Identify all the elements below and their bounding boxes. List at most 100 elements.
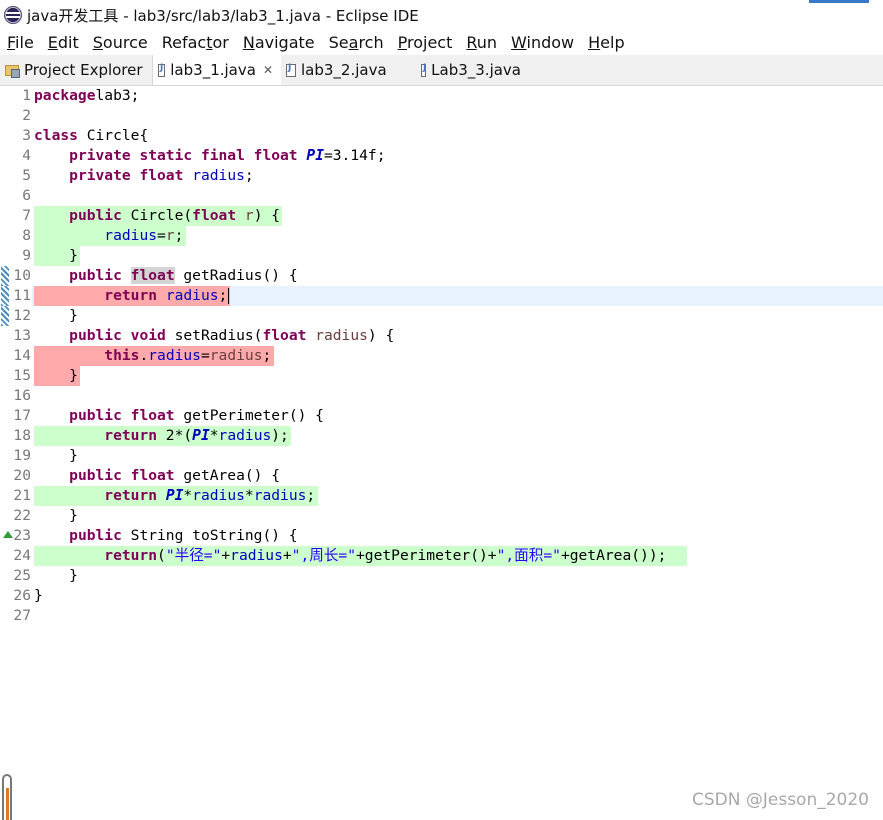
code-line[interactable]: 24 return("半径="+radius+",周长="+getPerimet…: [0, 546, 883, 566]
code-token: return: [104, 547, 158, 564]
code-line[interactable]: 25 }: [0, 566, 883, 586]
code-token: public: [69, 207, 122, 224]
menu-item[interactable]: Edit: [41, 33, 86, 52]
menu-item[interactable]: Window: [504, 33, 581, 52]
line-number: 12: [13, 307, 31, 324]
menu-item[interactable]: File: [0, 33, 41, 52]
code-text: public float getArea() {: [34, 466, 280, 486]
code-token: }: [34, 307, 78, 324]
code-line[interactable]: 2: [0, 106, 883, 126]
line-number: 7: [22, 207, 31, 224]
code-line[interactable]: 16: [0, 386, 883, 406]
menu-item[interactable]: Run: [459, 33, 504, 52]
code-token: r: [244, 207, 254, 224]
tab-lab3-3-java[interactable]: Lab3_3.java: [409, 55, 529, 85]
tab-lab3-1-java-label: lab3_1.java: [170, 61, 256, 79]
code-line[interactable]: 5 private float radius;: [0, 166, 883, 186]
code-line[interactable]: 7 public Circle(float r) {: [0, 206, 883, 226]
close-tab-icon[interactable]: ✕: [263, 63, 273, 77]
code-line[interactable]: 23 public String toString() {: [0, 526, 883, 546]
tab-lab3-3-java-label: Lab3_3.java: [431, 61, 521, 79]
menu-item[interactable]: Refactor: [155, 33, 236, 52]
code-token: radius: [230, 547, 283, 564]
code-token: ) {: [253, 207, 281, 224]
code-line[interactable]: 19 }: [0, 446, 883, 466]
menu-item[interactable]: Source: [86, 33, 155, 52]
code-line[interactable]: 17 public float getPerimeter() {: [0, 406, 883, 426]
code-token: ",周长=": [291, 547, 357, 564]
code-line[interactable]: 11 return radius;: [0, 286, 883, 306]
code-text: }: [34, 246, 78, 266]
tab-lab3-2-java[interactable]: lab3_2.java: [281, 55, 409, 85]
menu-item[interactable]: Project: [391, 33, 460, 52]
code-token: PI: [192, 427, 210, 444]
menu-item[interactable]: Search: [322, 33, 391, 52]
code-line[interactable]: 18 return 2*(PI*radius);: [0, 426, 883, 446]
code-token: +: [221, 547, 231, 564]
code-token: radius: [192, 167, 245, 184]
code-line[interactable]: 22 }: [0, 506, 883, 526]
code-line[interactable]: 3 class Circle{: [0, 126, 883, 146]
code-line[interactable]: 6: [0, 186, 883, 206]
code-line[interactable]: 20 public float getArea() {: [0, 466, 883, 486]
code-text: public float getPerimeter() {: [34, 406, 324, 426]
code-token: radius: [218, 427, 272, 444]
code-line[interactable]: 1 packagelab3;: [0, 86, 883, 106]
code-line[interactable]: 13 public void setRadius(float radius) {: [0, 326, 883, 346]
menu-item[interactable]: Help: [581, 33, 631, 52]
code-token: (: [157, 547, 166, 564]
line-number: 15: [13, 367, 31, 384]
code-token: class: [34, 127, 78, 144]
code-token: Circle{: [77, 127, 149, 144]
menu-item[interactable]: Navigate: [236, 33, 322, 52]
code-token: }: [34, 247, 78, 264]
code-line[interactable]: 10 public float getRadius() {: [0, 266, 883, 286]
code-token: ;: [262, 347, 272, 364]
tab-lab3-1-java[interactable]: lab3_1.java ✕: [153, 55, 281, 85]
code-token: =: [157, 227, 166, 244]
code-token: ;: [174, 227, 184, 244]
project-explorer-icon: [5, 64, 20, 78]
code-line[interactable]: 27: [0, 606, 883, 626]
line-number: 22: [13, 507, 31, 524]
line-number: 19: [13, 447, 31, 464]
code-token: public: [69, 527, 122, 544]
code-token: public void: [69, 327, 166, 344]
code-token: );: [271, 427, 289, 444]
code-line[interactable]: 12 }: [0, 306, 883, 326]
code-line[interactable]: 8 radius=r;: [0, 226, 883, 246]
code-token: ",面积=": [496, 547, 561, 564]
line-number: 23: [13, 527, 31, 544]
code-text: private static final float PI=3.14f;: [34, 146, 385, 166]
line-number: 10: [13, 267, 31, 284]
code-editor[interactable]: 1 packagelab3; 2 3 class Circle{4 private st…: [0, 86, 883, 820]
code-token: this: [104, 347, 140, 364]
code-line[interactable]: 26}: [0, 586, 883, 606]
code-line[interactable]: 4 private static final float PI=3.14f;: [0, 146, 883, 166]
code-text: radius=r;: [34, 226, 183, 246]
title-bar: java开发工具 - lab3/src/lab3/lab3_1.java - E…: [0, 0, 883, 30]
overview-ruler-thumb[interactable]: [2, 774, 12, 820]
code-line[interactable]: 21 return PI*radius*radius;: [0, 486, 883, 506]
code-token: }: [34, 567, 78, 584]
code-token: getArea() {: [174, 467, 281, 484]
code-token: radius: [165, 287, 219, 304]
code-token: private float: [69, 167, 184, 184]
code-line[interactable]: 15 }: [0, 366, 883, 386]
code-token: float: [130, 267, 175, 284]
code-token: ;: [218, 287, 228, 304]
code-token: *: [183, 487, 193, 504]
line-number: 26: [13, 587, 31, 604]
code-text: return radius;: [34, 286, 227, 306]
tab-project-explorer[interactable]: Project Explorer: [0, 55, 153, 85]
code-line[interactable]: 14 this.radius=radius;: [0, 346, 883, 366]
code-line[interactable]: 9 }: [0, 246, 883, 266]
